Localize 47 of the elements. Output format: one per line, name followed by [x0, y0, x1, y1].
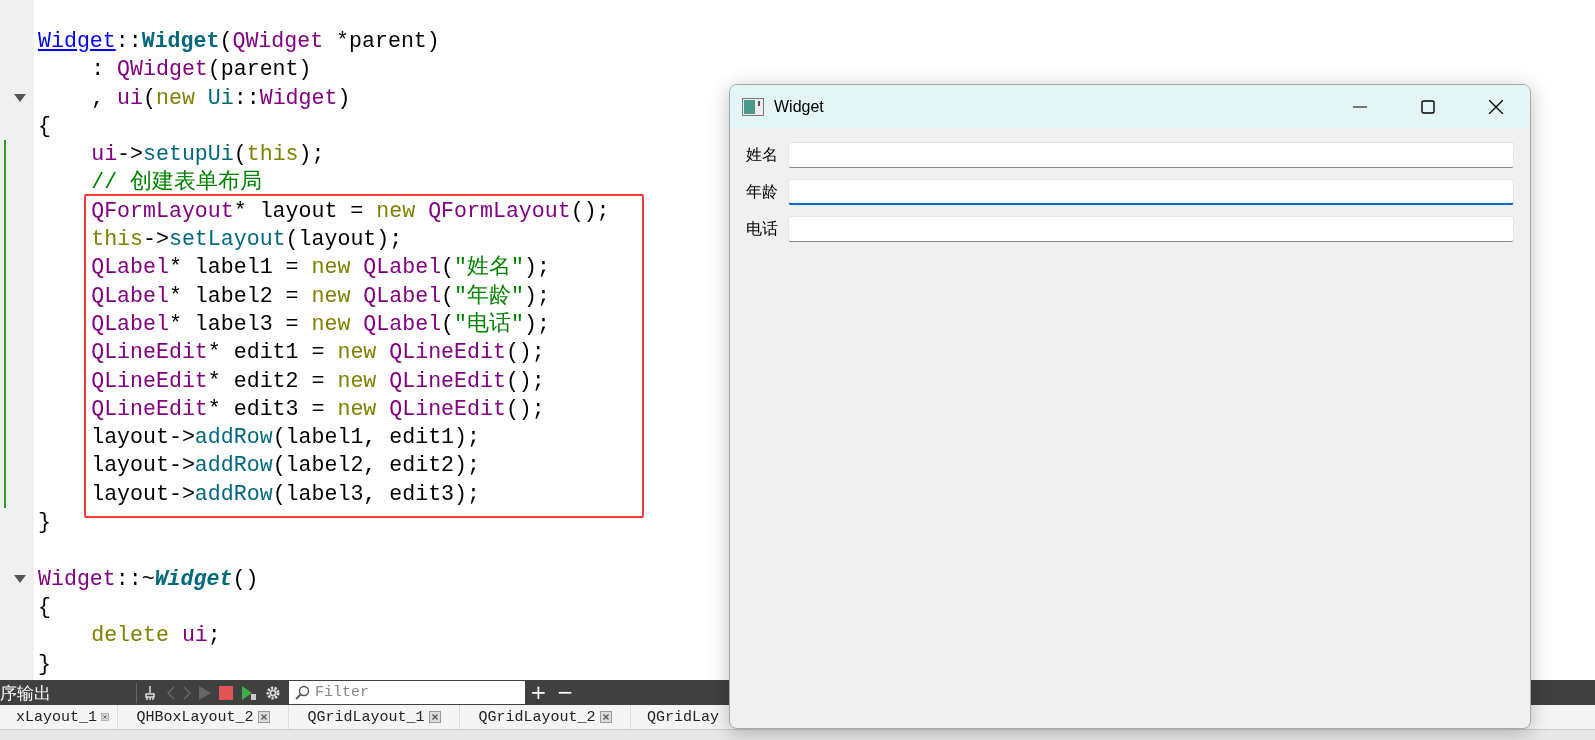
- filter-field[interactable]: Filter: [289, 681, 525, 704]
- maximize-icon: [1421, 99, 1435, 114]
- code-line: {: [38, 112, 51, 140]
- fold-arrow-icon[interactable]: [14, 93, 26, 102]
- close-icon[interactable]: [428, 711, 441, 723]
- code-line: // 创建表单布局: [91, 169, 263, 197]
- code-line: layout->addRow(label1, edit1);: [91, 424, 480, 452]
- code-line: delete ui;: [91, 622, 221, 650]
- code-line: }: [38, 650, 51, 678]
- code-line: QFormLayout* layout = new QFormLayout();: [91, 197, 610, 225]
- search-icon: [294, 685, 310, 701]
- text-field[interactable]: [788, 142, 1514, 168]
- text-field[interactable]: [788, 216, 1514, 242]
- code-line: QLineEdit* edit3 = new QLineEdit();: [91, 395, 545, 423]
- code-line: Widget::Widget(QWidget *parent): [38, 28, 440, 55]
- close-icon[interactable]: [101, 711, 109, 723]
- code-line: this->setLayout(layout);: [91, 226, 403, 254]
- code-line: layout->addRow(label3, edit3);: [91, 480, 480, 508]
- close-icon: [1489, 99, 1503, 114]
- minimize-icon: [1353, 105, 1367, 108]
- close-icon[interactable]: [257, 711, 270, 723]
- code-line: }: [38, 509, 51, 537]
- panel-button[interactable]: +: [525, 681, 552, 702]
- app-icon: [742, 97, 764, 116]
- text-field[interactable]: [788, 179, 1514, 205]
- field-label: 姓名: [746, 144, 778, 166]
- code-line: layout->addRow(label2, edit2);: [91, 452, 480, 480]
- code-line: : QWidget(parent): [91, 56, 312, 84]
- code-line: Widget::~Widget(): [38, 565, 259, 593]
- field-label: 年龄: [746, 181, 778, 203]
- code-line: QLabel* label1 = new QLabel("姓名");: [91, 254, 550, 282]
- code-line: QLabel* label3 = new QLabel("电话");: [91, 310, 550, 338]
- code-line: , ui(new Ui::Widget): [91, 84, 351, 112]
- stop-icon[interactable]: [219, 685, 233, 700]
- window-title: Widget: [774, 97, 824, 116]
- field-label: 电话: [746, 218, 778, 240]
- close-icon[interactable]: [599, 711, 612, 723]
- code-line: QLabel* label2 = new QLabel("年龄");: [91, 282, 550, 310]
- code-line: QLineEdit* edit1 = new QLineEdit();: [91, 339, 545, 367]
- code-line: QLineEdit* edit2 = new QLineEdit();: [91, 367, 545, 395]
- fold-arrow-icon[interactable]: [14, 574, 26, 583]
- panel-title: 序输出: [0, 682, 137, 703]
- code-line: {: [38, 593, 51, 621]
- settings-icon[interactable]: [265, 684, 281, 701]
- panel-button[interactable]: −: [551, 681, 579, 702]
- run-debug-icon[interactable]: [241, 684, 257, 701]
- code-line: ui->setupUi(this);: [91, 141, 325, 169]
